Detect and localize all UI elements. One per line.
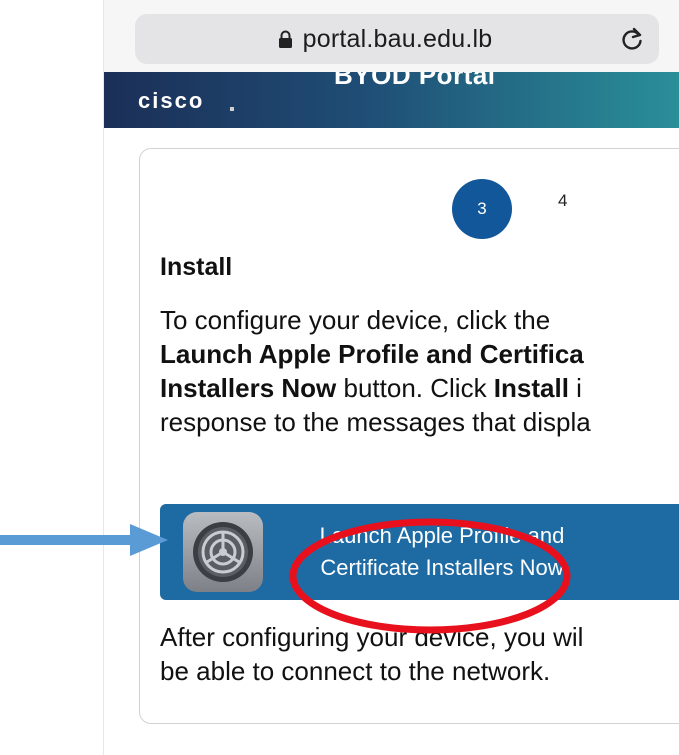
annotation-arrow-icon: [0, 524, 168, 556]
address-bar[interactable]: portal.bau.edu.lb: [135, 14, 659, 64]
instruction-line: Launch Apple Profile and Certifica: [160, 339, 584, 369]
step-indicator-current: 3: [452, 179, 512, 239]
section-title: Install: [160, 253, 233, 281]
cisco-logo: cisco: [138, 88, 205, 113]
step-indicator-next: 4: [558, 191, 568, 210]
portal-header: cisco BYOD Portal: [104, 72, 679, 128]
logo-mark: [230, 107, 234, 111]
instruction-line: To configure your device, click the: [160, 305, 551, 335]
install-card: 3 4 Install To configure your device, cl…: [139, 148, 679, 724]
url-text: portal.bau.edu.lb: [302, 24, 493, 53]
instruction-line: response to the messages that displa: [160, 407, 591, 437]
reload-icon[interactable]: [619, 26, 645, 52]
install-instructions: To configure your device, click the Laun…: [160, 303, 679, 439]
browser-toolbar: portal.bau.edu.lb: [104, 0, 679, 72]
annotation-highlight-ellipse: [289, 518, 571, 634]
instruction-line: Installers Now button. Click Install i: [160, 373, 582, 403]
settings-gear-icon: [183, 512, 263, 592]
phone-screen: portal.bau.edu.lb cisco BYOD Portal 3 4 …: [104, 0, 679, 755]
note-line: be able to connect to the network.: [160, 656, 551, 686]
portal-title: BYOD Portal: [334, 72, 496, 90]
lock-icon: [278, 30, 292, 48]
